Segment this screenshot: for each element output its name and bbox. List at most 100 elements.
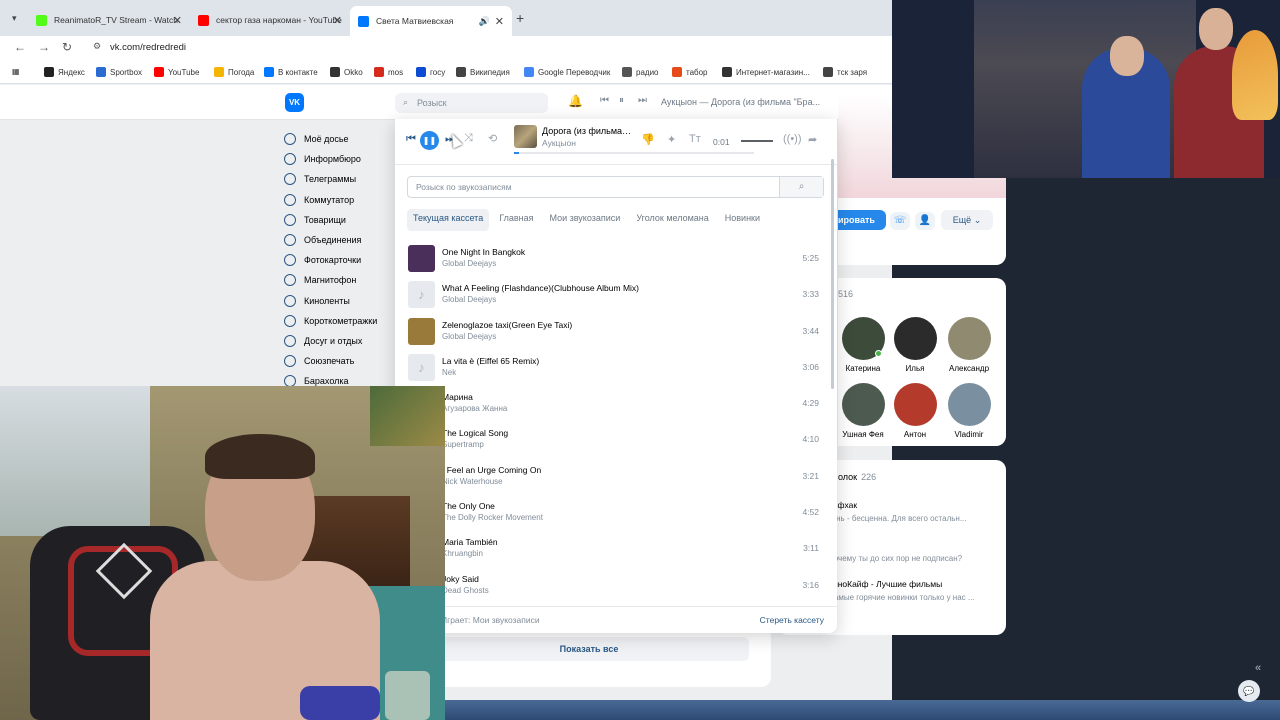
audio-search-input[interactable]: Розыск по звукозаписям ⌕ — [407, 176, 824, 198]
track-title[interactable]: Maria También — [442, 537, 498, 547]
audio-tab[interactable]: Новинки — [719, 209, 766, 231]
friend-item[interactable]: Катерина — [838, 317, 888, 373]
track-row[interactable]: ♪ What A Feeling (Flashdance)(Clubhouse A… — [395, 275, 837, 311]
track-row[interactable]: ♪Joky SaidDead Ghosts3:16 — [395, 566, 837, 602]
left-menu-item[interactable]: Короткометражки — [284, 311, 394, 331]
back-icon[interactable]: ← — [14, 40, 26, 54]
more-button[interactable]: Ещё ⌄ — [941, 210, 993, 230]
search-icon[interactable]: ⌕ — [779, 177, 823, 197]
collapse-icon[interactable]: « — [1255, 662, 1261, 674]
bookmark-item[interactable]: радио — [622, 67, 658, 77]
track-row[interactable]: ♪I Feel an Urge Coming OnNick Waterhouse… — [395, 457, 837, 493]
track-row[interactable]: ♪The Only OneThe Dolly Rocker Movement4:… — [395, 493, 837, 529]
left-menu-item[interactable]: Досуг и отдых — [284, 331, 394, 351]
left-menu-item[interactable]: Коммутатор — [284, 190, 394, 210]
phone-icon[interactable]: ☏ — [890, 212, 910, 230]
friend-item[interactable]: Ушная Фея — [838, 383, 888, 439]
track-title[interactable]: Марина — [442, 392, 473, 402]
prev-track-icon[interactable]: ⏮ — [406, 133, 416, 146]
music-note-icon[interactable]: ♪ — [408, 353, 435, 381]
track-row[interactable]: One Night In Bangkok Global Deejays 5:25 — [395, 239, 837, 275]
track-title[interactable]: One Night In Bangkok — [442, 247, 525, 257]
bell-icon[interactable]: 🔔 — [568, 94, 583, 108]
progress-bar[interactable] — [514, 152, 754, 154]
next-track-icon[interactable]: ⏭ — [638, 95, 647, 106]
track-row[interactable]: ♪ La vita è (Eiffel 65 Remix) Nek 3:06 — [395, 348, 837, 384]
bookmark-item[interactable]: mos — [374, 67, 403, 77]
left-menu-item[interactable]: Телеграммы — [284, 169, 394, 189]
pause-icon[interactable]: ⏸ — [619, 95, 624, 106]
audio-tab[interactable]: Уголок меломана — [630, 209, 714, 231]
left-menu-item[interactable]: Магнитофон — [284, 270, 394, 290]
speaker-icon[interactable]: 🔊 — [479, 16, 490, 27]
clear-cassette-button[interactable]: Стереть кассету — [760, 615, 824, 625]
track-artist[interactable]: The Dolly Rocker Movement — [442, 513, 543, 522]
track-row[interactable]: ♪Maria TambiénKhruangbin3:11 — [395, 529, 837, 565]
bookmark-item[interactable]: Яндекс — [44, 67, 85, 77]
left-menu-item[interactable]: Киноленты — [284, 291, 394, 311]
reload-icon[interactable]: ↻ — [62, 40, 72, 54]
left-menu-item[interactable]: Товарищи — [284, 210, 394, 230]
track-cover[interactable] — [408, 317, 435, 345]
show-all-button[interactable]: Показать все — [429, 637, 749, 661]
track-title[interactable]: The Only One — [442, 501, 495, 511]
pause-button[interactable]: ❚❚ — [420, 131, 439, 150]
friend-item[interactable]: Илья — [890, 317, 940, 373]
track-title[interactable]: What A Feeling (Flashdance)(Clubhouse Al… — [442, 283, 639, 293]
track-artist[interactable]: Агузарова Жанна — [442, 404, 507, 413]
audio-tab[interactable]: Текущая кассета — [407, 209, 490, 231]
left-menu-item[interactable]: Объединения — [284, 230, 394, 250]
tab-vk[interactable]: Света Матвиевская 🔊 ✕ — [350, 6, 512, 36]
track-artist[interactable]: Global Deejays — [442, 332, 496, 341]
tab-search-icon[interactable]: ▾ — [12, 13, 17, 24]
track-artist[interactable]: Nek — [442, 368, 456, 377]
track-row[interactable]: ♪The Logical SongSupertramp4:10 — [395, 420, 837, 456]
playing-source[interactable]: Играет: Мои звукозаписи — [441, 615, 540, 625]
bookmark-item[interactable]: Погода — [214, 67, 254, 77]
friend-item[interactable]: Антон — [890, 383, 940, 439]
current-track-artist[interactable]: Аукцыон — [542, 138, 576, 148]
track-artist[interactable]: Global Deejays — [442, 259, 496, 268]
vk-logo[interactable]: VK — [285, 93, 304, 112]
address-bar[interactable]: ⚙ vk.com/redredredi — [88, 37, 883, 59]
tab-youtube[interactable]: сектор газа наркоман - YouTube ✕ — [190, 6, 350, 34]
track-artist[interactable]: Nick Waterhouse — [442, 477, 503, 486]
track-row[interactable]: Zelenoglazoe taxi(Green Eye Taxi) Global … — [395, 312, 837, 348]
header-now-playing[interactable]: Аукцыон — Дорога (из фильма "Бра... — [661, 97, 821, 107]
bookmark-item[interactable]: Sportbox — [96, 67, 142, 77]
volume-slider[interactable] — [741, 140, 773, 142]
bookmark-item[interactable]: Википедия — [456, 67, 510, 77]
tab-reanimator[interactable]: ReanimatoR_TV Stream - Watch ✕ — [28, 6, 190, 34]
current-track-title[interactable]: Дорога (из фильма "Брат") — [542, 126, 632, 136]
groups-title[interactable]: олок 226 — [838, 472, 876, 482]
track-title[interactable]: I Feel an Urge Coming On — [442, 465, 541, 475]
group-item[interactable]: ed Почему ты до сих пор не подписан? — [828, 540, 998, 563]
share-icon[interactable]: ➦ — [808, 133, 817, 146]
bookmark-item[interactable]: тск заря — [823, 67, 867, 77]
bookmark-item[interactable]: Okko — [330, 67, 363, 77]
track-title[interactable]: Zelenoglazoe taxi(Green Eye Taxi) — [442, 320, 572, 330]
vk-search-input[interactable]: ⌕ Розыск — [395, 93, 548, 113]
left-menu-item[interactable]: Фотокарточки — [284, 250, 394, 270]
track-title[interactable]: The Logical Song — [442, 428, 508, 438]
track-artist[interactable]: Supertramp — [442, 440, 484, 449]
friend-item[interactable]: Александр — [944, 317, 994, 373]
bookmark-item[interactable]: В контакте — [264, 67, 318, 77]
apps-icon[interactable]: ▦ — [12, 67, 20, 76]
bookmark-item[interactable]: госу — [416, 67, 445, 77]
track-artist[interactable]: Dead Ghosts — [442, 586, 489, 595]
left-menu-item[interactable]: Информбюро — [284, 149, 394, 169]
dislike-icon[interactable]: 👎 — [641, 133, 655, 146]
left-menu-item[interactable]: Моё досье — [284, 129, 394, 149]
track-title[interactable]: La vita è (Eiffel 65 Remix) — [442, 356, 539, 366]
bookmark-item[interactable]: Интернет-магазин... — [722, 67, 810, 77]
repeat-icon[interactable]: ⟲ — [488, 132, 497, 145]
forward-icon[interactable]: → — [38, 40, 50, 54]
track-title[interactable]: Joky Said — [442, 574, 479, 584]
track-artist[interactable]: Global Deejays — [442, 295, 496, 304]
group-item[interactable]: КиноКайф - Лучшие фильмы Самые горячие но… — [828, 579, 998, 602]
close-icon[interactable]: ✕ — [495, 15, 504, 28]
add-friend-icon[interactable]: 👤 — [915, 212, 935, 230]
music-note-icon[interactable]: ♪ — [408, 281, 435, 309]
track-row[interactable]: ♪МаринаАгузарова Жанна4:29 — [395, 384, 837, 420]
